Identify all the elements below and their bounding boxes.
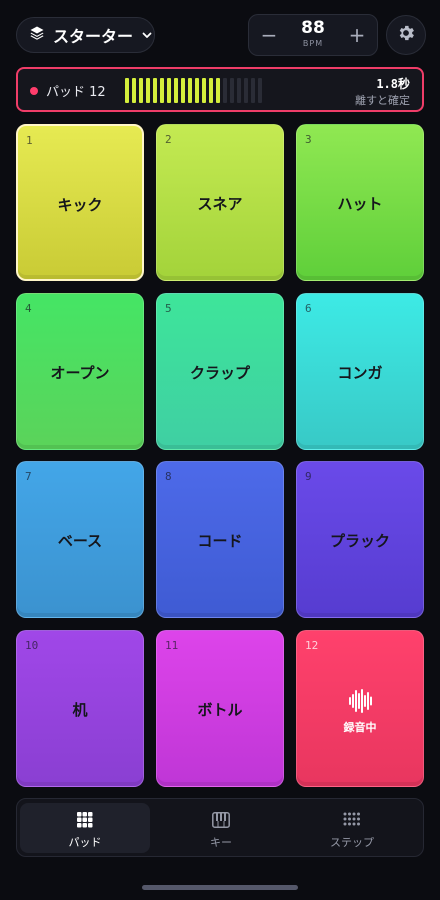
grid-icon bbox=[20, 812, 150, 828]
meter-segment bbox=[209, 78, 213, 103]
settings-button[interactable] bbox=[386, 15, 426, 55]
meter-segment bbox=[251, 78, 255, 103]
gear-icon bbox=[396, 23, 416, 47]
pad-5[interactable]: 5 クラップ bbox=[156, 293, 284, 450]
meter-segment bbox=[223, 78, 227, 103]
bpm-increase-button[interactable]: + bbox=[339, 15, 375, 55]
pad-7[interactable]: 7 ベース bbox=[16, 461, 144, 618]
pad-number: 6 bbox=[305, 302, 312, 315]
app-root: スターター − 88 BPM + パッド 12 1.8秒 離すと確定 1 キック 2… bbox=[0, 0, 440, 900]
pad-label: スネア bbox=[197, 195, 243, 213]
pad-grid: 1 キック 2 スネア 3 ハット 4 オープン 5 クラップ 6 コンガ 7 ベース 8 コード 9 プラック 1… bbox=[16, 124, 424, 787]
pad-number: 5 bbox=[165, 302, 172, 315]
preset-selector[interactable]: スターター bbox=[16, 17, 155, 53]
pad-12[interactable]: 12 録音中 bbox=[296, 630, 424, 787]
recording-status-bar: パッド 12 1.8秒 離すと確定 bbox=[16, 67, 424, 112]
meter-segment bbox=[160, 78, 164, 103]
pad-number: 12 bbox=[305, 639, 319, 652]
pad-label: 机 bbox=[72, 701, 88, 719]
meter-segment bbox=[230, 78, 234, 103]
meter-segment bbox=[167, 78, 171, 103]
pad-label: オープン bbox=[50, 364, 110, 382]
recording-time: 1.8秒 bbox=[376, 77, 410, 91]
recording-dot bbox=[30, 87, 38, 95]
tab-grid[interactable]: パッド bbox=[20, 803, 150, 853]
tab-label: ステップ bbox=[330, 836, 374, 849]
meter-segment bbox=[153, 78, 157, 103]
recording-label: 録音中 bbox=[343, 721, 377, 734]
bpm-value: 88 bbox=[301, 18, 325, 38]
pad-label: クラップ bbox=[189, 364, 250, 382]
pad-2[interactable]: 2 スネア bbox=[156, 124, 284, 281]
meter-segment bbox=[258, 78, 262, 103]
pad-number: 10 bbox=[25, 639, 39, 652]
bpm-display: 88 BPM bbox=[287, 17, 339, 49]
bottom-tab-bar: パッド キー ステップ bbox=[16, 798, 424, 857]
bpm-unit: BPM bbox=[302, 39, 324, 48]
pad-8[interactable]: 8 コード bbox=[156, 461, 284, 618]
piano-icon bbox=[156, 812, 286, 828]
status-pad-label: パッド 12 bbox=[46, 85, 106, 100]
meter-segment bbox=[125, 78, 129, 103]
pad-number: 7 bbox=[25, 470, 32, 483]
dots-grid-icon bbox=[287, 812, 417, 826]
tab-dots-grid[interactable]: ステップ bbox=[287, 803, 417, 853]
pad-number: 8 bbox=[165, 470, 172, 483]
meter-segment bbox=[146, 78, 150, 103]
meter-segment bbox=[181, 78, 185, 103]
pad-label: コンガ bbox=[337, 364, 383, 382]
pad-number: 11 bbox=[165, 639, 179, 652]
pad-label: ハット bbox=[337, 195, 383, 213]
meter-segment bbox=[132, 78, 136, 103]
meter-segment bbox=[195, 78, 199, 103]
meter-segment bbox=[202, 78, 206, 103]
meter-segment bbox=[139, 78, 143, 103]
meter-segment bbox=[237, 78, 241, 103]
pad-number: 3 bbox=[305, 133, 312, 146]
meter-segment bbox=[188, 78, 192, 103]
meter-segment bbox=[216, 78, 220, 103]
pad-label: プラック bbox=[329, 532, 390, 550]
waveform-icon bbox=[349, 688, 373, 718]
chevron-down-icon bbox=[141, 26, 153, 45]
bpm-decrease-button[interactable]: − bbox=[251, 15, 287, 55]
pad-11[interactable]: 11 ボトル bbox=[156, 630, 284, 787]
tab-label: パッド bbox=[68, 836, 102, 849]
tab-label: キー bbox=[210, 836, 232, 849]
pad-number: 4 bbox=[25, 302, 32, 315]
pad-6[interactable]: 6 コンガ bbox=[296, 293, 424, 450]
pad-number: 1 bbox=[26, 134, 33, 147]
home-indicator bbox=[142, 885, 298, 890]
pad-9[interactable]: 9 プラック bbox=[296, 461, 424, 618]
preset-label: スターター bbox=[53, 27, 134, 46]
meter-segment bbox=[174, 78, 178, 103]
pad-label: コード bbox=[197, 532, 243, 550]
pad-number: 2 bbox=[165, 133, 172, 146]
pad-label: キック bbox=[57, 196, 103, 214]
pad-1[interactable]: 1 キック bbox=[16, 124, 144, 281]
pad-label: ベース bbox=[57, 532, 103, 550]
meter-segment bbox=[244, 78, 248, 103]
pad-3[interactable]: 3 ハット bbox=[296, 124, 424, 281]
pad-number: 9 bbox=[305, 470, 312, 483]
pad-label: ボトル bbox=[197, 701, 243, 719]
bpm-control: − 88 BPM + bbox=[248, 14, 378, 56]
pad-4[interactable]: 4 オープン bbox=[16, 293, 144, 450]
level-meter bbox=[125, 78, 262, 103]
layers-icon bbox=[29, 25, 45, 45]
pad-10[interactable]: 10 机 bbox=[16, 630, 144, 787]
tab-piano[interactable]: キー bbox=[156, 803, 286, 853]
release-hint: 離すと確定 bbox=[355, 94, 410, 107]
